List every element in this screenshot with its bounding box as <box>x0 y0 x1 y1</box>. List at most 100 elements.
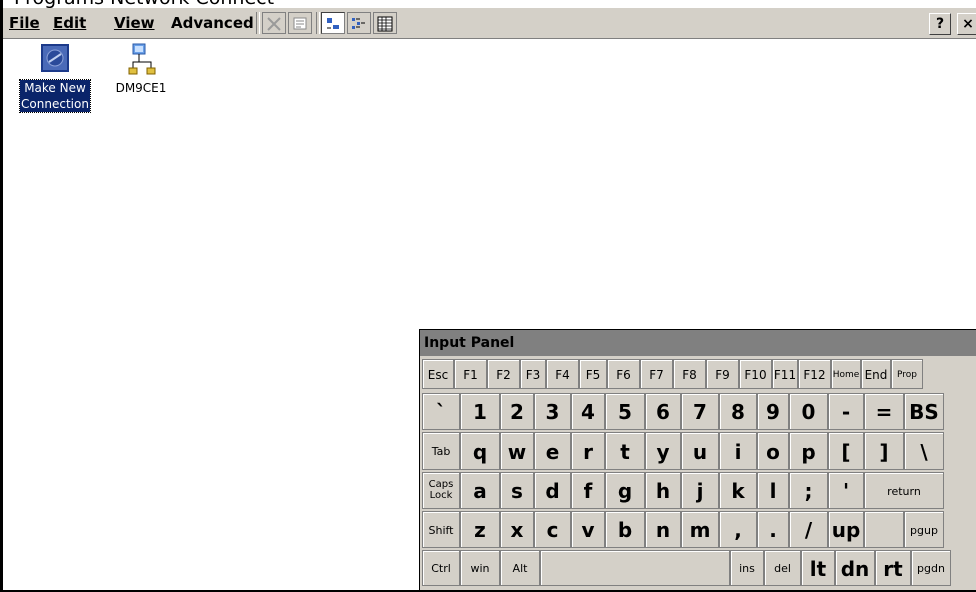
key-5[interactable]: 5 <box>605 393 645 430</box>
key-8[interactable]: 8 <box>719 393 757 430</box>
key-0[interactable]: 0 <box>789 393 828 430</box>
close-button[interactable]: × <box>957 13 976 35</box>
key-space[interactable] <box>540 550 730 586</box>
key-1[interactable]: 1 <box>460 393 500 430</box>
key-d[interactable]: d <box>534 472 571 509</box>
large-icons-icon <box>327 18 339 29</box>
key-end[interactable]: End <box>861 359 891 389</box>
key-alt[interactable]: Alt <box>500 550 540 586</box>
key-v[interactable]: v <box>571 511 605 548</box>
key-capsminuslock[interactable]: Caps Lock <box>422 472 460 509</box>
key-u[interactable]: u <box>681 432 719 470</box>
key-equals[interactable]: = <box>864 393 904 430</box>
key-f8[interactable]: F8 <box>673 359 706 389</box>
large-icons-button[interactable] <box>321 12 345 34</box>
key-o[interactable]: o <box>757 432 789 470</box>
key-return[interactable]: return <box>864 472 944 509</box>
key-rt[interactable]: rt <box>875 550 911 586</box>
make-new-connection-icon-item[interactable]: Make New Connection <box>10 42 100 113</box>
key-backtick[interactable]: ` <box>422 393 460 430</box>
key-ins[interactable]: ins <box>730 550 764 586</box>
key-shift[interactable]: Shift <box>422 511 460 548</box>
key-backslash[interactable]: \ <box>904 432 944 470</box>
key-f7[interactable]: F7 <box>640 359 673 389</box>
key-3[interactable]: 3 <box>534 393 571 430</box>
key-esc[interactable]: Esc <box>422 359 454 389</box>
key-f12[interactable]: F12 <box>798 359 831 389</box>
key-slash[interactable]: / <box>789 511 828 548</box>
key-r[interactable]: r <box>571 432 605 470</box>
key-win[interactable]: win <box>460 550 500 586</box>
help-button[interactable]: ? <box>929 13 951 35</box>
key-comma[interactable]: , <box>719 511 757 548</box>
key-i[interactable]: i <box>719 432 757 470</box>
key-lt[interactable]: lt <box>801 550 835 586</box>
key-7[interactable]: 7 <box>681 393 719 430</box>
key-f6[interactable]: F6 <box>607 359 640 389</box>
key-semicolon[interactable]: ; <box>789 472 828 509</box>
key-s[interactable]: s <box>500 472 534 509</box>
icon-label: DM9CE1 <box>115 81 167 95</box>
key-w[interactable]: w <box>500 432 534 470</box>
key-e[interactable]: e <box>534 432 571 470</box>
key-p[interactable]: p <box>789 432 828 470</box>
key-f2[interactable]: F2 <box>487 359 520 389</box>
key-m[interactable]: m <box>681 511 719 548</box>
key-lbracket[interactable]: [ <box>828 432 864 470</box>
key-f3[interactable]: F3 <box>520 359 546 389</box>
key-bs[interactable]: BS <box>904 393 944 430</box>
key-up[interactable]: up <box>828 511 864 548</box>
menu-file[interactable]: File <box>9 14 40 32</box>
key-2[interactable]: 2 <box>500 393 534 430</box>
key-dn[interactable]: dn <box>835 550 875 586</box>
key-l[interactable]: l <box>757 472 789 509</box>
key-t[interactable]: t <box>605 432 645 470</box>
key-f1[interactable]: F1 <box>454 359 487 389</box>
menu-view[interactable]: View <box>114 14 155 32</box>
window-title-cutoff: Programs Network Connect <box>0 0 976 8</box>
key-x[interactable]: x <box>500 511 534 548</box>
key-pgdn[interactable]: pgdn <box>911 550 951 586</box>
properties-button[interactable] <box>288 12 312 34</box>
menu-advanced[interactable]: Advanced <box>171 14 254 32</box>
details-button[interactable] <box>373 12 397 34</box>
key-j[interactable]: j <box>681 472 719 509</box>
key-a[interactable]: a <box>460 472 500 509</box>
small-icons-button[interactable] <box>347 12 371 34</box>
key-g[interactable]: g <box>605 472 645 509</box>
key-f4[interactable]: F4 <box>546 359 579 389</box>
key-4[interactable]: 4 <box>571 393 605 430</box>
key-blank[interactable] <box>864 511 904 548</box>
key-tab[interactable]: Tab <box>422 432 460 470</box>
key-c[interactable]: c <box>534 511 571 548</box>
key-del[interactable]: del <box>764 550 801 586</box>
key-n[interactable]: n <box>645 511 681 548</box>
dm9ce1-connection-item[interactable]: DM9CE1 <box>96 42 186 96</box>
key-k[interactable]: k <box>719 472 757 509</box>
toolbar-separator <box>256 12 260 34</box>
key-ctrl[interactable]: Ctrl <box>422 550 460 586</box>
key-minus[interactable]: - <box>828 393 864 430</box>
key-rbracket[interactable]: ] <box>864 432 904 470</box>
wizard-icon <box>41 44 69 72</box>
key-h[interactable]: h <box>645 472 681 509</box>
menu-edit[interactable]: Edit <box>53 14 86 32</box>
key-b[interactable]: b <box>605 511 645 548</box>
key-f[interactable]: f <box>571 472 605 509</box>
key-f11[interactable]: F11 <box>772 359 798 389</box>
key-f10[interactable]: F10 <box>739 359 772 389</box>
key-q[interactable]: q <box>460 432 500 470</box>
key-period[interactable]: . <box>757 511 789 548</box>
key-pgup[interactable]: pgup <box>904 511 944 548</box>
delete-button[interactable] <box>262 12 286 34</box>
key-prop[interactable]: Prop <box>891 359 923 389</box>
icon-label: Make New Connection <box>19 79 91 113</box>
key-f5[interactable]: F5 <box>579 359 607 389</box>
key-6[interactable]: 6 <box>645 393 681 430</box>
key-y[interactable]: y <box>645 432 681 470</box>
key-f9[interactable]: F9 <box>706 359 739 389</box>
key-z[interactable]: z <box>460 511 500 548</box>
key-9[interactable]: 9 <box>757 393 789 430</box>
key-home[interactable]: Home <box>831 359 861 389</box>
key-quote[interactable]: ' <box>828 472 864 509</box>
